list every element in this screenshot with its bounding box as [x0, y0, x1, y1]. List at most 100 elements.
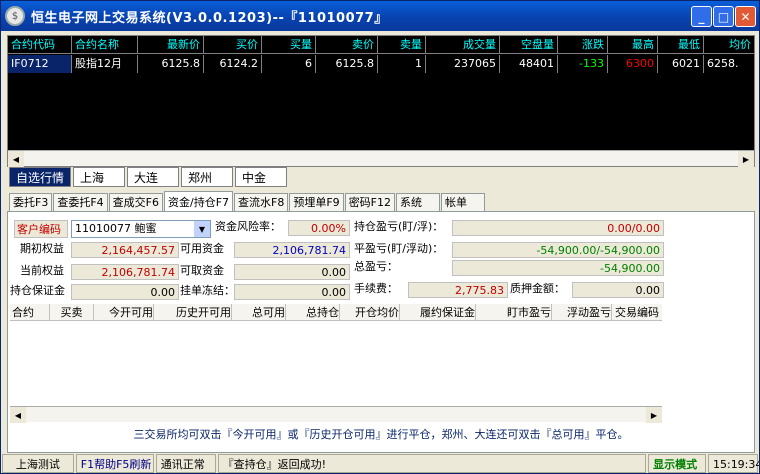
margin-label: 持仓保证金 [10, 284, 65, 297]
fee-value: 2,775.83 [408, 282, 508, 298]
quote-cell-volume: 237065 [426, 55, 500, 73]
quote-cell-ask: 6125.8 [316, 55, 378, 73]
tab-dalian[interactable]: 大连 [127, 167, 180, 187]
quote-cell-change: -133 [558, 55, 608, 73]
tab-shanghai[interactable]: 上海 [73, 167, 126, 187]
quote-row[interactable]: IF0712 股指12月 6125.8 6124.2 6 6125.8 1 23… [8, 55, 754, 73]
positions-header-row: 合约 买卖 今开可用 历史开可用 总可用 总持仓 开仓均价 履约保证金 盯市盈亏… [10, 304, 662, 321]
positions-header-margin[interactable]: 履约保证金 [400, 304, 476, 321]
margin-value: 0.00 [71, 284, 179, 300]
positions-header-mtm-pnl[interactable]: 盯市盈亏 [476, 304, 552, 321]
status-bar: 上海测试 F1帮助F5刷新 通讯正常 『查持仓』返回成功! 显示模式 15:19… [1, 453, 759, 473]
quote-header-row: 合约代码 合约名称 最新价 买价 买量 卖价 卖量 成交量 空盘量 涨跌 最高 … [8, 36, 754, 54]
quote-cell-low: 6021 [658, 55, 704, 73]
status-message: 『查持仓』返回成功! [217, 454, 647, 473]
total-pnl-label: 总盈亏： [354, 260, 398, 273]
scroll-right-icon[interactable]: ▶ [646, 407, 662, 423]
tab-order[interactable]: 委托F3 [9, 193, 53, 212]
tab-system[interactable]: 系统 [396, 193, 441, 212]
quote-header-low[interactable]: 最低 [658, 36, 704, 54]
function-tabs: 委托F3 查委托F4 查成交F6 资金/持仓F7 查流水F8 预埋单F9 密码F… [9, 191, 486, 212]
pledge-label: 质押金额： [510, 282, 565, 295]
status-time: 15:19:34 [707, 454, 759, 473]
positions-header-trade-code[interactable]: 交易编码 [612, 304, 662, 321]
quote-header-last[interactable]: 最新价 [138, 36, 204, 54]
quote-header-bid-vol[interactable]: 买量 [262, 36, 316, 54]
quote-cell-bid-vol: 6 [262, 55, 316, 73]
status-server: 上海测试 [2, 454, 74, 473]
tab-zhengzhou[interactable]: 郑州 [181, 167, 234, 187]
close-pnl-label: 平盈亏(盯/浮动)： [354, 242, 444, 255]
quote-header-volume[interactable]: 成交量 [426, 36, 500, 54]
frozen-value: 0.00 [234, 284, 350, 300]
quote-header-open-interest[interactable]: 空盘量 [500, 36, 558, 54]
quote-header-name[interactable]: 合约名称 [72, 36, 138, 54]
tab-query-trades[interactable]: 查成交F6 [108, 193, 163, 212]
scroll-right-icon[interactable]: ▶ [738, 151, 754, 167]
title-bar[interactable]: $ 恒生电子网上交易系统(V3.0.0.1203)--『11010077』 _ … [1, 1, 759, 31]
positions-header-total-avail[interactable]: 总可用 [232, 304, 286, 321]
risk-value: 0.00% [288, 220, 350, 236]
positions-header-contract[interactable]: 合约 [10, 304, 50, 321]
status-mode[interactable]: 显示模式 [648, 454, 706, 473]
tab-statement[interactable]: 帐单 [441, 193, 486, 212]
positions-header-open-avg[interactable]: 开仓均价 [340, 304, 400, 321]
funds-panel: 客户编码 11010077 鲍蜜 ▼ 资金风险率： 0.00% 持仓盈亏(盯/浮… [7, 211, 755, 453]
chevron-down-icon[interactable]: ▼ [194, 221, 210, 237]
quote-header-ask[interactable]: 卖价 [316, 36, 378, 54]
quote-cell-open-interest: 48401 [500, 55, 558, 73]
quote-grid[interactable]: 合约代码 合约名称 最新价 买价 买量 卖价 卖量 成交量 空盘量 涨跌 最高 … [7, 35, 755, 167]
quote-header-ask-vol[interactable]: 卖量 [378, 36, 426, 54]
quote-cell-avg: 6258. [707, 57, 739, 70]
client-code-label: 客户编码 [14, 220, 68, 238]
status-comm: 通讯正常 [155, 454, 216, 473]
tab-preset-orders[interactable]: 预埋单F9 [289, 193, 344, 212]
quote-header-bid[interactable]: 买价 [204, 36, 262, 54]
positions-hscrollbar[interactable]: ◀ ▶ [10, 406, 662, 423]
open-pnl-label: 持仓盈亏(盯/浮)： [354, 220, 444, 233]
tab-funds-positions[interactable]: 资金/持仓F7 [163, 191, 234, 212]
scroll-left-icon[interactable]: ◀ [8, 151, 24, 167]
window-title: 恒生电子网上交易系统(V3.0.0.1203)--『11010077』 [31, 10, 388, 26]
tab-query-flow[interactable]: 查流水F8 [234, 193, 289, 212]
quote-cell-code: IF0712 [8, 55, 72, 73]
total-pnl-value: -54,900.00 [452, 260, 664, 276]
available-funds-value: 2,106,781.74 [234, 242, 350, 258]
minimize-button[interactable]: _ [691, 6, 712, 27]
quote-header-high[interactable]: 最高 [608, 36, 658, 54]
quote-cell-high: 6300 [608, 55, 658, 73]
positions-header-history-avail[interactable]: 历史开可用 [154, 304, 232, 321]
tab-query-orders[interactable]: 查委托F4 [53, 193, 108, 212]
close-button[interactable]: ✕ [735, 6, 756, 27]
client-code-select[interactable]: 11010077 鲍蜜 ▼ [71, 220, 211, 238]
tab-cffex[interactable]: 中金 [235, 167, 288, 187]
quote-cell-bid: 6124.2 [204, 55, 262, 73]
available-funds-label: 可用资金 [180, 242, 224, 255]
positions-header-today-avail[interactable]: 今开可用 [94, 304, 154, 321]
initial-equity-label: 期初权益 [20, 242, 64, 255]
quote-header-change[interactable]: 涨跌 [558, 36, 608, 54]
positions-header-side[interactable]: 买卖 [50, 304, 94, 321]
tab-watchlist[interactable]: 自选行情 [9, 167, 72, 187]
scroll-track[interactable] [24, 151, 738, 166]
market-tabs: 自选行情 上海 大连 郑州 中金 [9, 167, 289, 187]
close-pnl-value: -54,900.00/-54,900.00 [452, 242, 664, 258]
client-code-value: 11010077 鲍蜜 [75, 222, 157, 235]
positions-header-total-pos[interactable]: 总持仓 [286, 304, 340, 321]
pledge-value: 0.00 [572, 282, 664, 298]
positions-table[interactable]: 合约 买卖 今开可用 历史开可用 总可用 总持仓 开仓均价 履约保证金 盯市盈亏… [10, 304, 662, 418]
tab-password[interactable]: 密码F12 [344, 193, 396, 212]
withdrawable-label: 可取资金 [180, 264, 224, 277]
positions-header-float-pnl[interactable]: 浮动盈亏 [552, 304, 612, 321]
quote-header-avg[interactable]: 均价 [704, 36, 754, 54]
fee-label: 手续费： [354, 282, 398, 295]
risk-label: 资金风险率： [215, 220, 281, 233]
withdrawable-value: 0.00 [234, 264, 350, 280]
quote-header-code[interactable]: 合约代码 [8, 36, 72, 54]
quote-hscrollbar[interactable]: ◀ ▶ [8, 150, 754, 167]
scroll-left-icon[interactable]: ◀ [10, 407, 26, 423]
maximize-button[interactable]: □ [713, 6, 734, 27]
quote-cell-name: 股指12月 [72, 55, 138, 73]
hint-text: 三交易所均可双击『今开可用』或『历史开仓可用』进行平仓，郑州、大连还可双击『总可… [133, 428, 629, 441]
current-equity-value: 2,106,781.74 [71, 264, 179, 280]
